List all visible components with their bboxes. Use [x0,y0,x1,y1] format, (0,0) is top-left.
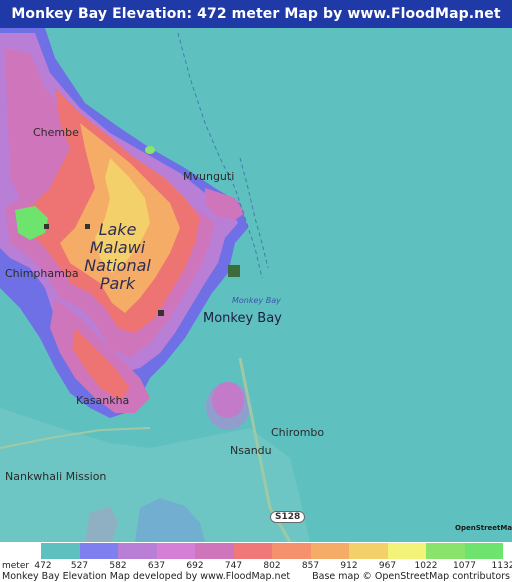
footer-credit[interactable]: Monkey Bay Elevation Map developed by ww… [2,571,290,582]
elevation-map[interactable]: Chembe Mvunguti Chimphamba Monkey Bay Mo… [0,28,512,542]
legend-tick-802: 802 [263,561,281,571]
place-kasankha: Kasankha [76,394,130,407]
place-nsandu: Nsandu [230,444,272,457]
green-peak-north [145,146,155,154]
legend-tick-582: 582 [109,561,127,571]
legend-swatch-10 [426,543,465,559]
legend-swatch-5 [233,543,272,559]
place-nankwhali-mission: Nankwhali Mission [5,470,107,483]
legend-swatch-8 [349,543,388,559]
legend-tick-1077: 1077 [453,561,476,571]
openstreetmap-logo[interactable]: OpenStreetMap [455,524,512,532]
legend-swatch-9 [387,543,426,559]
town-marker-monkey-bay [228,265,240,277]
footer-basemap-credit[interactable]: Base map © OpenStreetMap contributors [312,571,510,582]
legend-tick-637: 637 [147,561,166,571]
legend-swatches [41,543,503,559]
page-title: Monkey Bay Elevation: 472 meter Map by w… [0,0,512,50]
town-marker-mid [158,310,164,316]
legend-swatch-3 [156,543,195,559]
bay-label: Monkey Bay [232,296,281,305]
legend-tick-1022: 1022 [414,561,438,571]
place-chembe: Chembe [33,126,79,139]
legend-tick-1132: 1132 [491,561,512,571]
town-marker-park [44,224,49,229]
place-chirombo: Chirombo [271,426,325,439]
legend-tick-747: 747 [224,561,243,571]
park-label: Lake Malawi National Park [84,220,151,293]
legend-tick-692: 692 [186,561,204,571]
elevation-legend: meter 472 527 582 637 692 747 802 857 912 967 1022… [0,542,512,582]
road-shield-s128: S128 [270,511,306,523]
legend-swatch-11 [464,543,503,559]
southeast-hill-low [206,382,250,430]
legend-swatch-2 [118,543,157,559]
place-monkey-bay: Monkey Bay [203,311,282,326]
legend-swatch-1 [79,543,118,559]
legend-swatch-4 [195,543,234,559]
legend-tick-967: 967 [378,561,397,571]
legend-tick-912: 912 [340,561,358,571]
legend-swatch-6 [272,543,311,559]
legend-swatch-0 [41,543,80,559]
legend-swatch-7 [310,543,349,559]
place-mvunguti: Mvunguti [183,170,235,183]
legend-tick-472: 472 [34,561,52,571]
legend-tick-527: 527 [70,561,89,571]
legend-tick-857: 857 [301,561,320,571]
place-chimphamba: Chimphamba [5,267,79,280]
legend-unit: meter [2,561,30,571]
